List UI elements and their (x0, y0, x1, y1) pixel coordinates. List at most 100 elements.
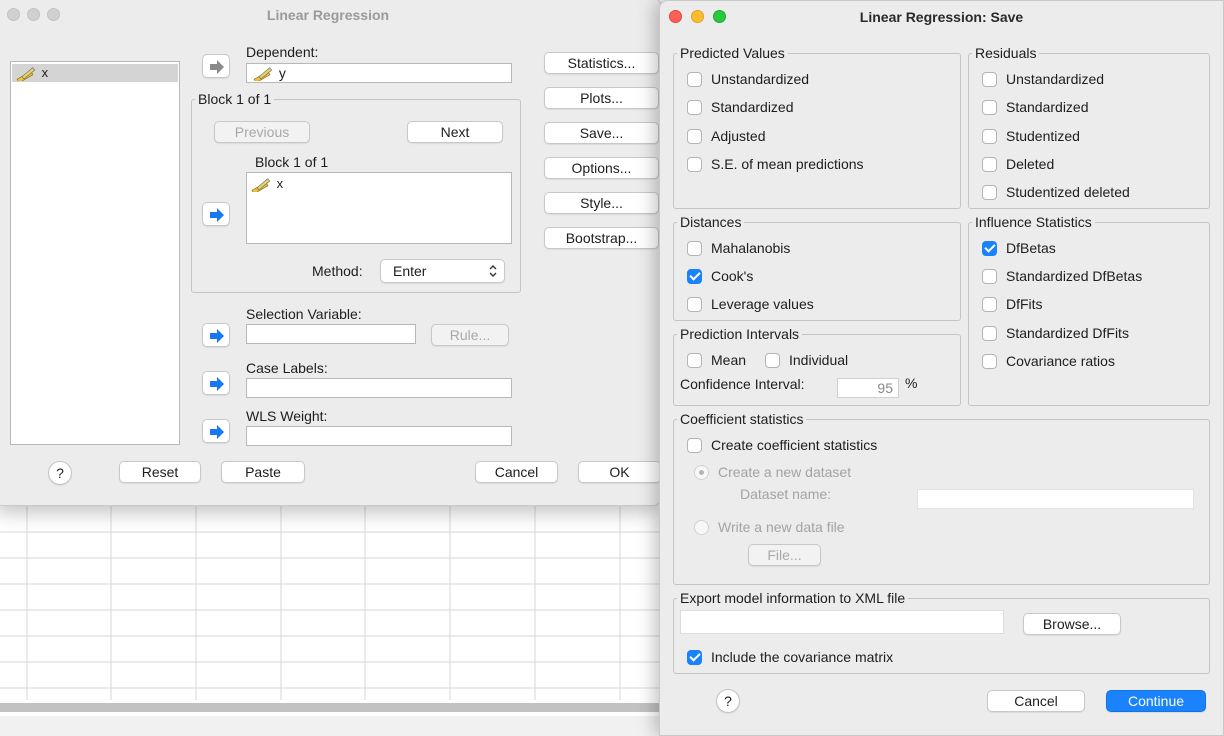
ruler-pencil-icon (251, 177, 271, 192)
pv-adjusted-checkbox[interactable]: Adjusted (687, 126, 765, 146)
checkbox-box[interactable] (765, 352, 780, 368)
checkbox-box[interactable] (687, 352, 702, 368)
checkbox-box[interactable] (982, 353, 997, 369)
style-button[interactable]: Style... (544, 192, 659, 214)
help-button[interactable]: ? (48, 461, 72, 485)
move-to-case-labels-button[interactable] (202, 371, 230, 395)
write-new-data-file-radio[interactable]: Write a new data file (694, 517, 845, 537)
standardized-dfbetas-checkbox[interactable]: Standardized DfBetas (982, 266, 1142, 286)
checkbox-box[interactable] (687, 649, 702, 665)
checkbox-label: Individual (789, 352, 849, 368)
list-item[interactable]: x (251, 175, 283, 193)
help-button[interactable]: ? (716, 689, 740, 713)
checkbox-box[interactable] (982, 296, 997, 312)
dependent-field[interactable]: y (246, 63, 512, 83)
pv-standardized-checkbox[interactable]: Standardized (687, 97, 794, 117)
list-item[interactable]: x (12, 64, 178, 82)
save-button[interactable]: Save... (544, 122, 659, 144)
checkbox-box[interactable] (687, 240, 702, 256)
right-arrow-icon (210, 208, 224, 222)
xml-path-field[interactable] (680, 610, 1004, 634)
include-covariance-matrix-checkbox[interactable]: Include the covariance matrix (687, 647, 893, 667)
checkbox-label: Cook's (711, 268, 754, 284)
res-studentized-checkbox[interactable]: Studentized (982, 126, 1080, 146)
res-deleted-checkbox[interactable]: Deleted (982, 154, 1054, 174)
zoom-window-button[interactable] (713, 10, 726, 23)
minimize-window-button[interactable] (691, 10, 704, 23)
radio-dot[interactable] (694, 464, 709, 480)
next-block-button[interactable]: Next (407, 121, 503, 143)
checkbox-label: Include the covariance matrix (711, 649, 894, 665)
wls-weight-field[interactable] (246, 426, 512, 446)
reset-button[interactable]: Reset (119, 461, 201, 483)
checkbox-label: DfFits (1006, 296, 1043, 312)
create-coefficient-statistics-checkbox[interactable]: Create coefficient statistics (687, 435, 877, 455)
continue-button[interactable]: Continue (1106, 690, 1206, 712)
close-window-button[interactable] (7, 8, 20, 21)
predicted-values-title: Predicted Values (677, 45, 788, 61)
checkbox-label: Standardized DfBetas (1006, 268, 1143, 284)
checkbox-box[interactable] (982, 71, 997, 87)
checkbox-box[interactable] (687, 268, 702, 284)
create-new-dataset-radio[interactable]: Create a new dataset (694, 462, 851, 482)
res-standardized-checkbox[interactable]: Standardized (982, 97, 1089, 117)
cancel-button[interactable]: Cancel (987, 690, 1085, 712)
checkbox-label: Unstandardized (1006, 71, 1105, 87)
res-unstandardized-checkbox[interactable]: Unstandardized (982, 69, 1104, 89)
right-arrow-icon (210, 425, 224, 439)
move-to-independents-button[interactable] (202, 202, 230, 226)
checkbox-box[interactable] (982, 325, 997, 341)
ok-button[interactable]: OK (578, 461, 661, 483)
checkbox-box[interactable] (687, 296, 702, 312)
browse-button[interactable]: Browse... (1023, 613, 1121, 635)
checkbox-box[interactable] (687, 99, 702, 115)
file-button[interactable]: File... (748, 544, 821, 566)
pv-unstandardized-checkbox[interactable]: Unstandardized (687, 69, 809, 89)
checkbox-box[interactable] (982, 184, 997, 200)
options-button[interactable]: Options... (544, 157, 659, 179)
radio-dot[interactable] (694, 519, 709, 535)
statistics-button[interactable]: Statistics... (544, 52, 659, 74)
leverage-values-checkbox[interactable]: Leverage values (687, 294, 814, 314)
checkbox-box[interactable] (687, 128, 702, 144)
paste-button[interactable]: Paste (221, 461, 305, 483)
dfbetas-checkbox[interactable]: DfBetas (982, 238, 1056, 258)
checkbox-box[interactable] (982, 268, 997, 284)
ruler-pencil-icon (253, 67, 273, 82)
move-to-dependent-button[interactable] (202, 54, 230, 78)
checkbox-box[interactable] (982, 240, 997, 256)
cancel-button[interactable]: Cancel (475, 461, 558, 483)
bootstrap-button[interactable]: Bootstrap... (544, 227, 659, 249)
res-studentized-deleted-checkbox[interactable]: Studentized deleted (982, 182, 1130, 202)
standardized-dffits-checkbox[interactable]: Standardized DfFits (982, 323, 1129, 343)
independents-list[interactable]: x (246, 172, 512, 244)
case-labels-field[interactable] (246, 378, 512, 398)
close-window-button[interactable] (669, 10, 682, 23)
checkbox-box[interactable] (687, 156, 702, 172)
pv-se-mean-checkbox[interactable]: S.E. of mean predictions (687, 154, 864, 174)
pi-individual-checkbox[interactable]: Individual (765, 350, 848, 370)
covariance-ratios-checkbox[interactable]: Covariance ratios (982, 351, 1115, 371)
dffits-checkbox[interactable]: DfFits (982, 294, 1043, 314)
rule-button[interactable]: Rule... (431, 324, 509, 346)
zoom-window-button[interactable] (47, 8, 60, 21)
move-to-wls-weight-button[interactable] (202, 419, 230, 443)
checkbox-box[interactable] (982, 99, 997, 115)
checkbox-box[interactable] (982, 156, 997, 172)
selection-variable-field[interactable] (246, 324, 416, 344)
checkbox-box[interactable] (687, 437, 702, 453)
minimize-window-button[interactable] (27, 8, 40, 21)
checkbox-box[interactable] (687, 71, 702, 87)
confidence-interval-field[interactable]: 95 (837, 378, 899, 398)
previous-block-button[interactable]: Previous (214, 121, 310, 143)
plots-button[interactable]: Plots... (544, 87, 659, 109)
mahalanobis-checkbox[interactable]: Mahalanobis (687, 238, 790, 258)
checkbox-box[interactable] (982, 128, 997, 144)
source-variable-list[interactable]: x (10, 61, 180, 445)
dataset-name-field[interactable] (917, 489, 1194, 509)
method-select[interactable]: Enter (380, 259, 505, 283)
move-to-selection-button[interactable] (202, 323, 230, 347)
pi-mean-checkbox[interactable]: Mean (687, 350, 746, 370)
cooks-checkbox[interactable]: Cook's (687, 266, 753, 286)
checkbox-label: S.E. of mean predictions (711, 156, 864, 172)
